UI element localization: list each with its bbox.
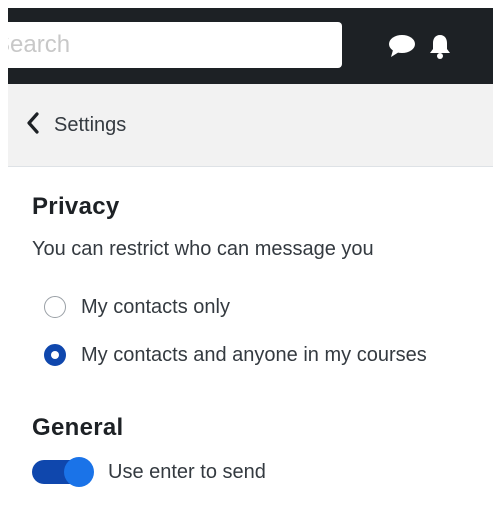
search-input[interactable] bbox=[8, 22, 334, 68]
radio-option-contacts-and-courses[interactable]: My contacts and anyone in my courses bbox=[44, 342, 427, 368]
radio-label: My contacts only bbox=[81, 295, 230, 318]
enter-to-send-setting[interactable]: Use enter to send bbox=[32, 456, 266, 488]
settings-header: Settings bbox=[8, 84, 493, 167]
radio-button[interactable] bbox=[44, 296, 66, 318]
chat-bubble-icon[interactable] bbox=[388, 32, 416, 60]
search-box[interactable] bbox=[8, 22, 342, 68]
radio-label: My contacts and anyone in my courses bbox=[81, 343, 427, 366]
privacy-description: You can restrict who can message you bbox=[32, 238, 374, 260]
general-heading: General bbox=[32, 414, 124, 441]
enter-to-send-toggle[interactable] bbox=[32, 457, 94, 487]
radio-option-contacts-only[interactable]: My contacts only bbox=[44, 294, 230, 320]
top-navbar bbox=[0, 0, 493, 84]
radio-button-checked[interactable] bbox=[44, 344, 66, 366]
navbar-dark-area bbox=[8, 8, 493, 84]
toggle-knob bbox=[64, 457, 94, 487]
chevron-left-icon bbox=[26, 111, 40, 139]
privacy-heading: Privacy bbox=[32, 193, 120, 220]
toggle-label: Use enter to send bbox=[108, 460, 266, 483]
back-label: Settings bbox=[54, 113, 127, 136]
bell-icon[interactable] bbox=[426, 32, 454, 60]
back-button[interactable]: Settings bbox=[26, 111, 127, 139]
